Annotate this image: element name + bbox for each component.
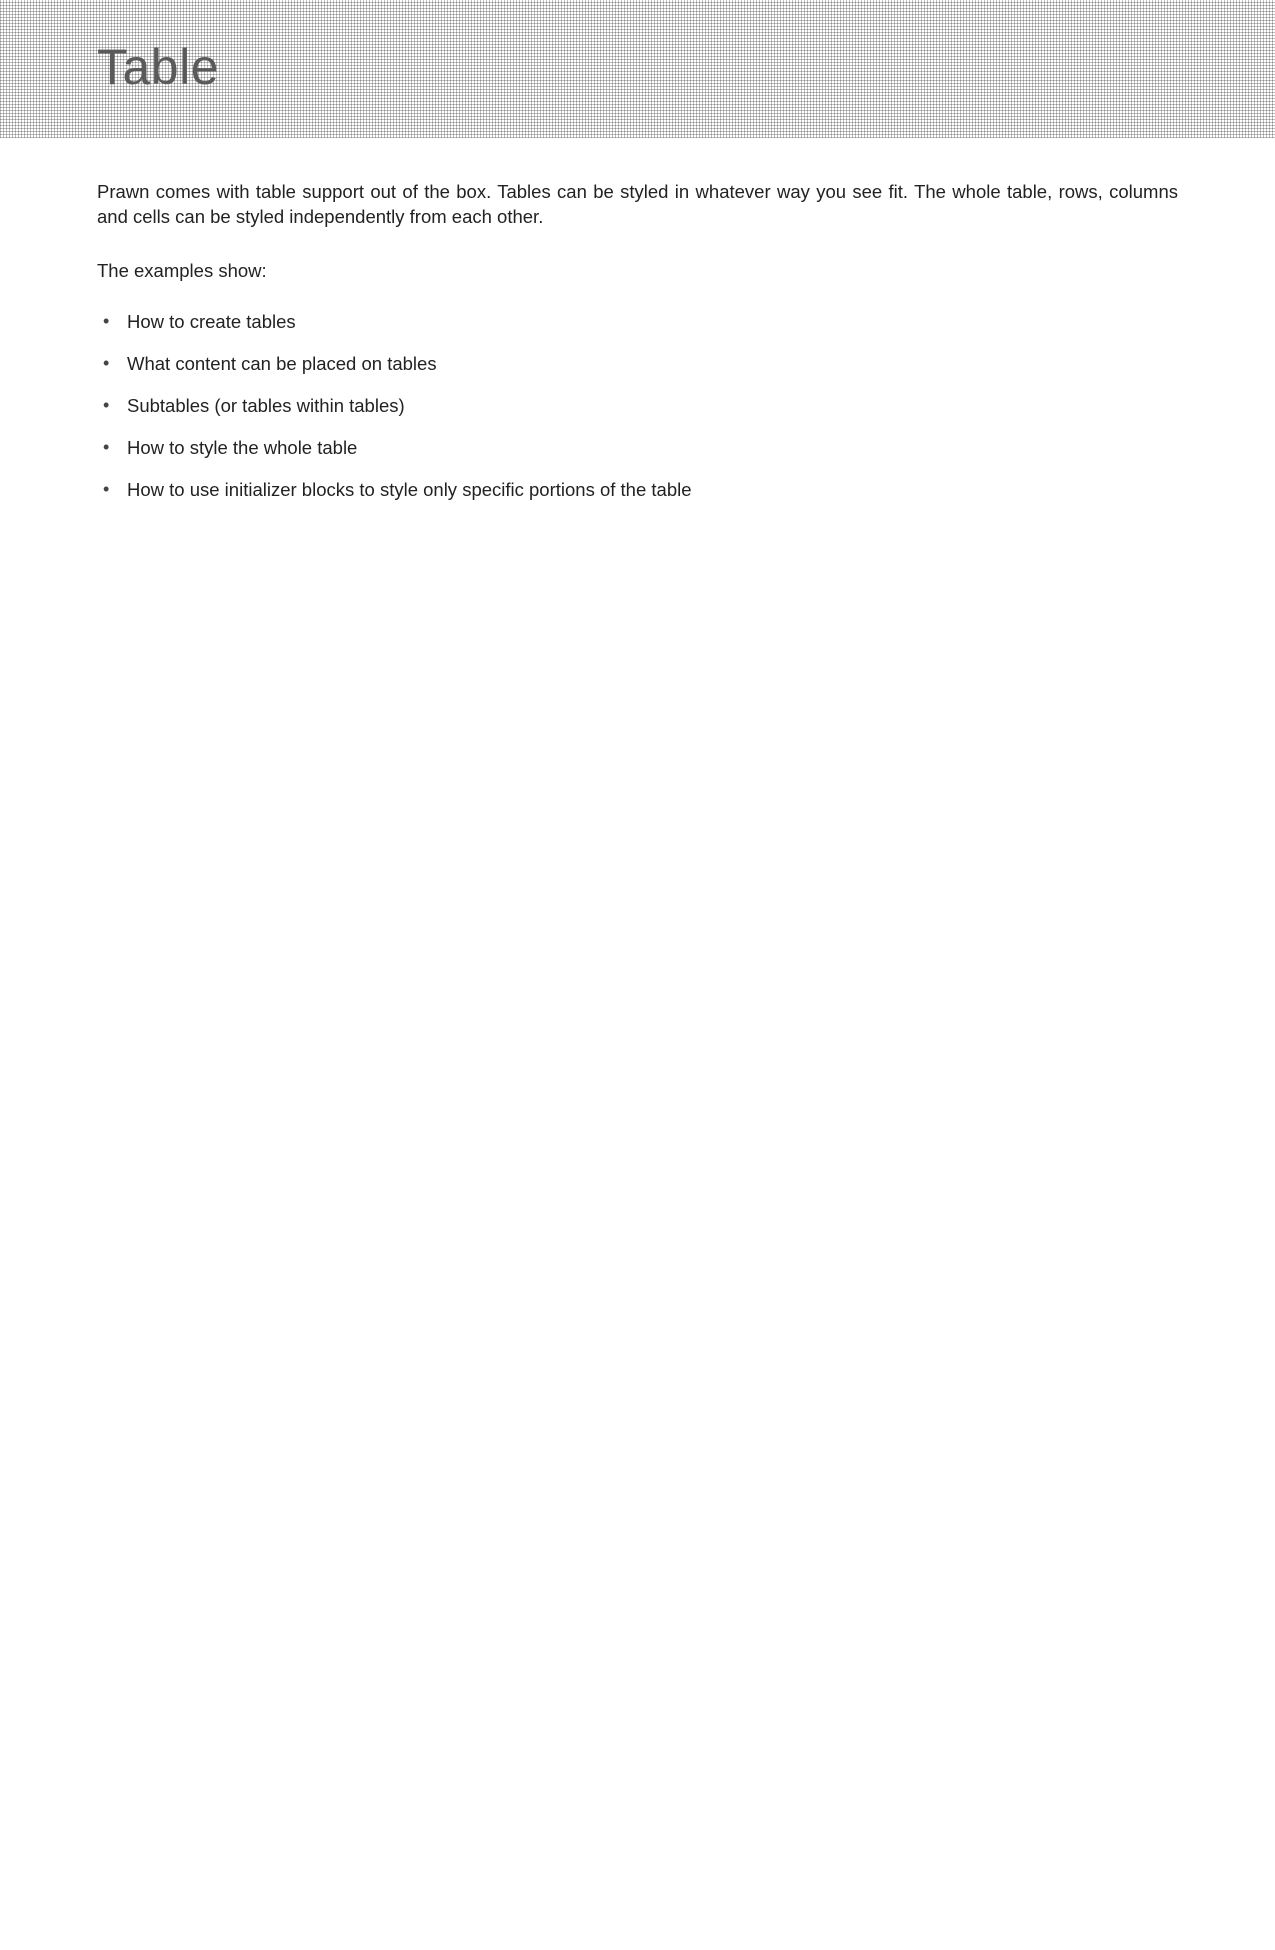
list-item: Subtables (or tables within tables) — [97, 394, 1178, 418]
list-item: How to style the whole table — [97, 436, 1178, 460]
list-item: What content can be placed on tables — [97, 352, 1178, 376]
examples-label: The examples show: — [97, 260, 1178, 282]
intro-paragraph: Prawn comes with table support out of th… — [97, 180, 1178, 230]
content-area: Prawn comes with table support out of th… — [0, 138, 1275, 502]
bullet-list: How to create tables What content can be… — [97, 310, 1178, 502]
list-item: How to use initializer blocks to style o… — [97, 478, 1178, 502]
header-band: Table — [0, 0, 1275, 138]
list-item: How to create tables — [97, 310, 1178, 334]
page-title: Table — [97, 38, 219, 96]
